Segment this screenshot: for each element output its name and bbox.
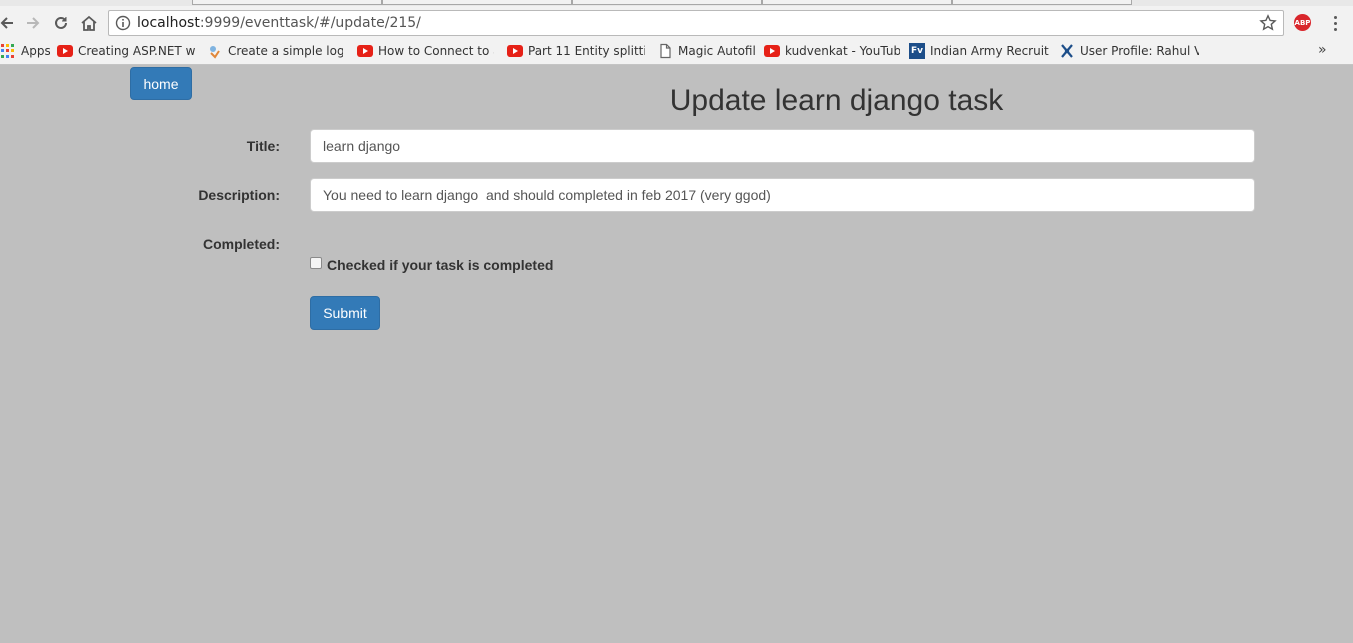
description-input[interactable] (310, 178, 1255, 212)
reload-button[interactable] (50, 12, 72, 34)
tab[interactable] (762, 0, 952, 5)
bookmark-item[interactable]: User Profile: Rahul Ve (1059, 43, 1199, 59)
title-input[interactable] (310, 129, 1255, 163)
tab[interactable] (192, 0, 382, 5)
url-text[interactable]: localhost:9999/eventtask/#/update/215/ (137, 15, 421, 31)
adblock-plus-icon[interactable]: ABP (1294, 14, 1311, 31)
home-button[interactable]: home (130, 67, 192, 100)
youtube-icon (764, 43, 780, 59)
page-title: Update learn django task (669, 84, 1004, 117)
back-button[interactable] (0, 12, 18, 34)
youtube-icon (357, 43, 373, 59)
bookmark-item[interactable]: Creating ASP.NET wel (57, 43, 195, 59)
document-icon (657, 43, 673, 59)
bookmarks-overflow-chevron[interactable]: » (1318, 42, 1327, 58)
bookmark-label: User Profile: Rahul Ve (1080, 44, 1199, 58)
bookmark-label: Create a simple login (228, 44, 343, 58)
completed-label: Completed: (203, 236, 280, 252)
completed-checkbox-label[interactable]: Checked if your task is completed (327, 257, 553, 273)
bookmark-label: Indian Army Recruitin (930, 44, 1049, 58)
bookmark-item[interactable]: Magic Autofill (657, 43, 757, 59)
apps-grid-icon (0, 43, 16, 59)
bookmark-label: Creating ASP.NET wel (78, 44, 195, 58)
bookmarks-bar: Apps Creating ASP.NET wel Create a simpl… (0, 38, 1353, 65)
bookmark-item[interactable]: Part 11 Entity splitting (507, 43, 645, 59)
bookmark-label: Apps (21, 44, 50, 58)
page-favicon-icon (207, 43, 223, 59)
completed-checkbox[interactable] (310, 257, 322, 269)
bookmark-label: kudvenkat - YouTube (785, 44, 900, 58)
bookmark-item[interactable]: Create a simple login (207, 43, 343, 59)
fv-icon: Fv (909, 43, 925, 59)
bookmark-label: How to Connect to a (378, 44, 494, 58)
bookmark-item[interactable]: Fv Indian Army Recruitin (909, 43, 1049, 59)
submit-button[interactable]: Submit (310, 296, 380, 330)
tab[interactable] (382, 0, 572, 5)
home-page-button[interactable] (78, 12, 100, 34)
bookmark-label: Part 11 Entity splitting (528, 44, 645, 58)
bookmark-item[interactable]: How to Connect to a (357, 43, 494, 59)
profile-favicon-icon (1059, 43, 1075, 59)
browser-menu-icon[interactable] (1327, 12, 1343, 34)
bookmark-star-icon[interactable] (1259, 14, 1277, 32)
title-label: Title: (246, 138, 280, 154)
back-arrow-icon (0, 17, 13, 29)
url-path: :9999/eventtask/#/update/215/ (199, 15, 421, 31)
tab[interactable] (572, 0, 762, 5)
browser-toolbar: localhost:9999/eventtask/#/update/215/ (0, 6, 1353, 38)
tab[interactable] (952, 0, 1132, 5)
youtube-icon (507, 43, 523, 59)
bookmark-item[interactable]: kudvenkat - YouTube (764, 43, 900, 59)
bookmark-label: Magic Autofill (678, 44, 757, 58)
youtube-icon (57, 43, 73, 59)
forward-button[interactable] (22, 12, 44, 34)
completed-checkbox-row[interactable]: Checked if your task is completed (310, 257, 553, 273)
description-label: Description: (198, 187, 280, 203)
address-bar[interactable]: localhost:9999/eventtask/#/update/215/ (108, 10, 1284, 36)
forward-arrow-icon (27, 17, 40, 29)
home-icon (81, 15, 97, 31)
reload-icon (55, 16, 67, 29)
bookmark-apps[interactable]: Apps (0, 43, 50, 59)
info-icon[interactable] (115, 15, 131, 31)
url-host: localhost (137, 15, 200, 31)
